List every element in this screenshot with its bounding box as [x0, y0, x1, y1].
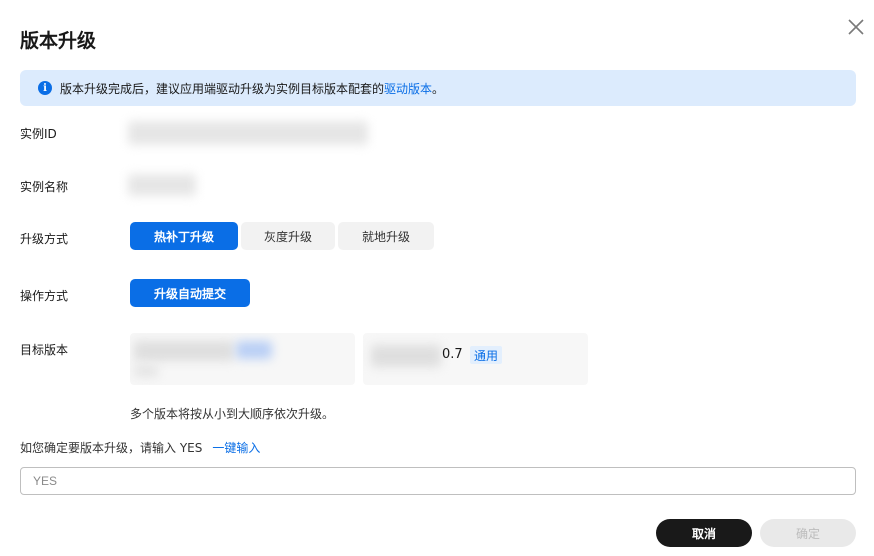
- version-detail-redacted: [134, 365, 158, 377]
- confirm-yes-input[interactable]: [20, 467, 856, 495]
- version-name-redacted: [371, 345, 441, 367]
- notice-suffix: 。: [432, 81, 445, 96]
- upgrade-mode-hot-patch[interactable]: 热补丁升级: [130, 222, 238, 250]
- confirm-prompt: 如您确定要版本升级，请输入 YES 一键输入: [20, 439, 260, 456]
- instance-name-label: 实例名称: [20, 180, 69, 194]
- dialog-title: 版本升级: [20, 30, 97, 52]
- instance-id-value-redacted: [128, 121, 368, 145]
- close-button[interactable]: [845, 16, 867, 38]
- general-badge: 通用: [470, 346, 503, 364]
- confirm-text: 如您确定要版本升级，请输入 YES: [20, 441, 203, 455]
- driver-version-link[interactable]: 驱动版本: [384, 80, 432, 97]
- confirm-button[interactable]: 确定: [760, 519, 856, 547]
- operation-mode-label: 操作方式: [20, 289, 69, 303]
- one-key-input-link[interactable]: 一键输入: [212, 441, 260, 455]
- auto-commit-button[interactable]: 升级自动提交: [130, 279, 250, 307]
- instance-name-value-redacted: [128, 174, 196, 196]
- info-notice: i 版本升级完成后，建议应用端驱动升级为实例目标版本配套的 驱动版本。: [20, 70, 856, 106]
- upgrade-mode-in-place[interactable]: 就地升级: [338, 222, 434, 250]
- version-option-card[interactable]: [130, 333, 355, 385]
- upgrade-mode-gray[interactable]: 灰度升级: [241, 222, 335, 250]
- notice-text: 版本升级完成后，建议应用端驱动升级为实例目标版本配套的: [60, 81, 385, 96]
- target-version-label: 目标版本: [20, 343, 69, 357]
- upgrade-mode-label: 升级方式: [20, 232, 69, 246]
- upgrade-order-hint: 多个版本将按从小到大顺序依次升级。: [130, 407, 335, 421]
- instance-id-label: 实例ID: [20, 127, 57, 141]
- version-suffix: 0.7: [442, 347, 463, 362]
- cancel-button[interactable]: 取消: [656, 519, 752, 547]
- info-icon: i: [38, 81, 52, 95]
- close-icon: [848, 19, 864, 35]
- version-badge-redacted: [236, 341, 272, 359]
- version-name-redacted: [134, 341, 234, 361]
